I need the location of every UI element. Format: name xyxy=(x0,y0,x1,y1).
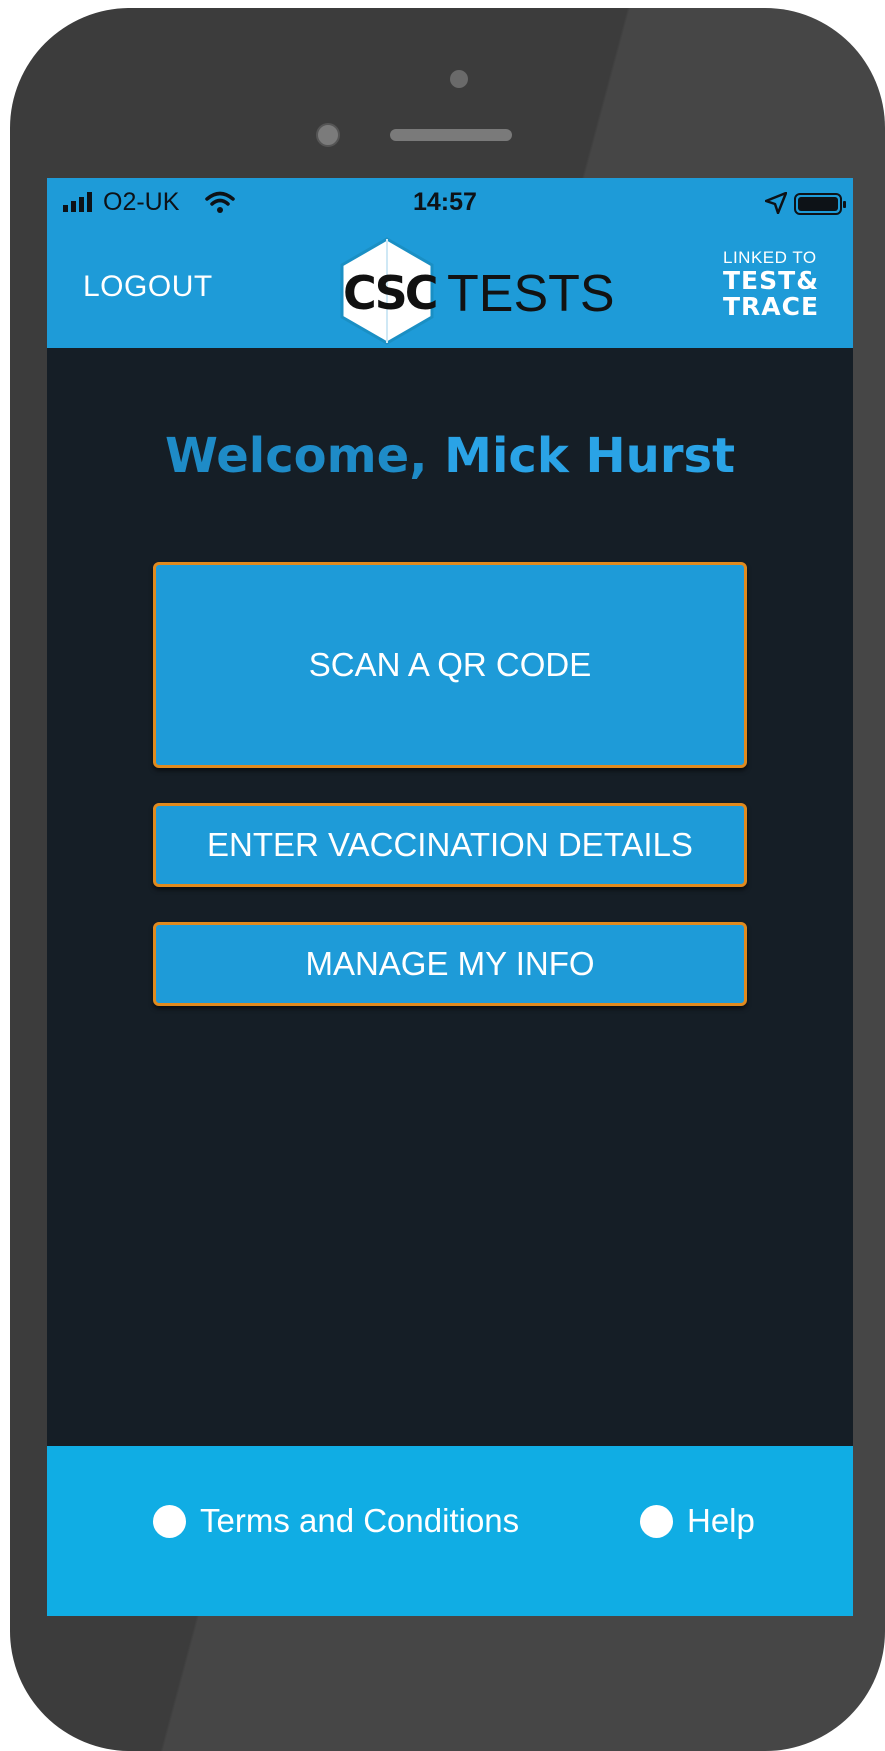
app-header: O2-UK 14:57 LOGOUT CSC TESTS LINKED TO T… xyxy=(47,178,853,348)
front-camera xyxy=(450,70,468,88)
help-link[interactable]: Help xyxy=(640,1502,755,1540)
status-bar: O2-UK 14:57 xyxy=(47,178,853,228)
linked-to-label: LINKED TO xyxy=(723,248,817,267)
scan-qr-code-button[interactable]: SCAN A QR CODE xyxy=(153,562,747,768)
earpiece-speaker xyxy=(390,129,512,141)
logo-csc-text: CSC xyxy=(343,266,439,320)
test-and-trace-badge: LINKED TO TEST& TRACE xyxy=(723,248,833,320)
enter-vaccination-details-button[interactable]: ENTER VACCINATION DETAILS xyxy=(153,803,747,887)
test-trace-line2: TRACE xyxy=(723,292,820,321)
phone-frame: O2-UK 14:57 LOGOUT CSC TESTS LINKED TO T… xyxy=(10,8,885,1751)
wifi-icon xyxy=(205,191,235,213)
test-trace-line1: TEST& xyxy=(723,266,819,295)
help-label: Help xyxy=(687,1502,755,1539)
bullet-dot-icon xyxy=(153,1504,186,1538)
battery-icon xyxy=(794,193,846,215)
carrier-name: O2-UK xyxy=(103,188,180,216)
location-arrow-icon xyxy=(765,192,787,214)
terms-and-conditions-link[interactable]: Terms and Conditions xyxy=(153,1502,519,1540)
terms-label: Terms and Conditions xyxy=(200,1502,520,1539)
manage-my-info-button[interactable]: MANAGE MY INFO xyxy=(153,922,747,1006)
bullet-dot-icon xyxy=(640,1504,673,1538)
signal-icon xyxy=(63,192,92,212)
user-name: Mick Hurst xyxy=(444,428,736,484)
welcome-greeting: Welcome, xyxy=(164,428,428,484)
csc-tests-logo: CSC TESTS xyxy=(337,236,615,346)
logout-button[interactable]: LOGOUT xyxy=(83,270,213,304)
logo-tests-text: TESTS xyxy=(447,265,615,323)
app-screen: O2-UK 14:57 LOGOUT CSC TESTS LINKED TO T… xyxy=(47,178,853,1616)
footer-bar: Terms and Conditions Help xyxy=(47,1446,853,1616)
status-time: 14:57 xyxy=(413,188,477,216)
proximity-sensor xyxy=(316,123,340,147)
welcome-heading: Welcome, Mick Hurst xyxy=(47,428,853,484)
